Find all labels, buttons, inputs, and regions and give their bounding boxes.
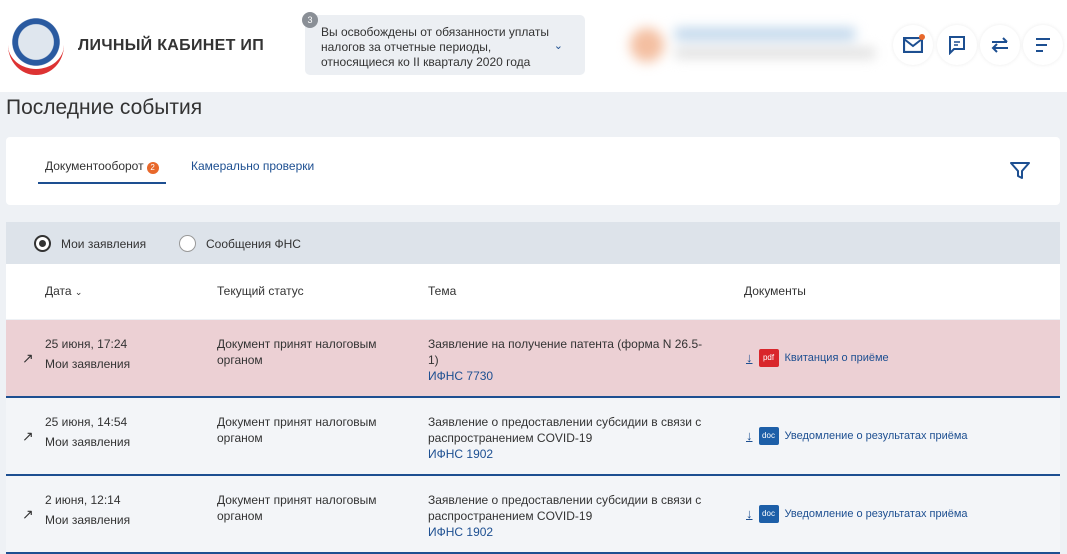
file-type-icon: doc: [758, 427, 779, 445]
radio-unchecked-icon: [179, 235, 196, 252]
tab-documents[interactable]: Документооборот 2: [38, 159, 166, 184]
table-header: Дата ⌄ Текущий статус Тема Документы: [6, 264, 1060, 319]
document-link[interactable]: ↓ pdf Квитанция о приёме: [746, 349, 889, 367]
filter-radios: Мои заявления Сообщения ФНС: [6, 222, 1060, 264]
radio-label: Сообщения ФНС: [206, 236, 301, 251]
row-ifns[interactable]: ИФНС 1902: [428, 524, 708, 540]
header: ЛИЧНЫЙ КАБИНЕТ ИП 3 Вы освобождены от об…: [0, 0, 1067, 92]
topic-text: Заявление о предоставлении субсидии в св…: [428, 415, 702, 445]
radio-checked-icon: [34, 235, 51, 252]
topic-text: Заявление на получение патента (форма N …: [428, 337, 703, 367]
row-source: Мои заявления: [45, 435, 131, 449]
radio-fns-messages[interactable]: Сообщения ФНС: [179, 235, 301, 252]
swap-arrows-icon: [991, 37, 1008, 53]
notice-banner[interactable]: 3 Вы освобождены от обязанности уплаты н…: [302, 12, 585, 75]
row-topic: Заявление на получение патента (форма N …: [428, 336, 708, 384]
page-title: Последние события: [6, 96, 203, 119]
chevron-down-icon: ⌄: [74, 287, 83, 297]
menu-icon: [1036, 38, 1050, 52]
switch-button[interactable]: [980, 25, 1020, 65]
row-source: Мои заявления: [45, 357, 131, 371]
tab-inspections[interactable]: Камерально проверки: [191, 159, 314, 173]
radio-my-applications[interactable]: Мои заявления: [34, 235, 146, 252]
open-arrow-icon[interactable]: ↗: [22, 428, 34, 444]
tab-badge: 2: [146, 162, 159, 174]
table-row[interactable]: ↗ 25 июня, 14:54 Мои заявления Документ …: [6, 398, 1060, 476]
table-row[interactable]: ↗ 25 июня, 17:24 Мои заявления Документ …: [6, 320, 1060, 398]
row-status: Документ принят налоговым органом: [217, 415, 377, 445]
open-arrow-icon[interactable]: ↗: [22, 506, 34, 522]
document-name[interactable]: Уведомление о результатах приёма: [785, 506, 968, 522]
chat-icon: [949, 36, 965, 55]
menu-button[interactable]: [1023, 25, 1063, 65]
download-icon[interactable]: ↓: [746, 350, 753, 366]
column-label: Дата: [45, 284, 72, 298]
tab-label: Документооборот: [45, 159, 144, 173]
column-documents: Документы: [744, 284, 806, 298]
row-status: Документ принят налоговым органом: [217, 337, 377, 367]
row-ifns[interactable]: ИФНС 1902: [428, 446, 708, 462]
row-ifns[interactable]: ИФНС 7730: [428, 368, 708, 384]
table-row[interactable]: ↗ 2 июня, 12:14 Мои заявления Документ п…: [6, 476, 1060, 554]
open-arrow-icon[interactable]: ↗: [22, 350, 34, 366]
download-icon[interactable]: ↓: [746, 506, 753, 522]
file-type-icon: doc: [758, 505, 779, 523]
document-name[interactable]: Уведомление о результатах приёма: [785, 428, 968, 444]
fns-logo[interactable]: [8, 15, 64, 75]
user-profile-blurred[interactable]: [625, 20, 885, 70]
document-name[interactable]: Квитанция о приёме: [785, 350, 889, 366]
brand-title: ЛИЧНЫЙ КАБИНЕТ ИП: [78, 37, 264, 54]
document-link[interactable]: ↓ doc Уведомление о результатах приёма: [746, 427, 968, 445]
notice-text: Вы освобождены от обязанности уплаты нал…: [321, 25, 549, 69]
filter-icon[interactable]: [1010, 161, 1030, 181]
topic-text: Заявление о предоставлении субсидии в св…: [428, 493, 702, 523]
document-link[interactable]: ↓ doc Уведомление о результатах приёма: [746, 505, 968, 523]
notice-count: 3: [302, 12, 318, 28]
radio-label: Мои заявления: [61, 236, 147, 251]
chevron-down-icon[interactable]: ⌄: [554, 39, 563, 54]
row-topic: Заявление о предоставлении субсидии в св…: [428, 414, 708, 462]
column-status: Текущий статус: [217, 284, 304, 298]
row-date: 2 июня, 12:14: [45, 493, 121, 507]
row-topic: Заявление о предоставлении субсидии в св…: [428, 492, 708, 540]
row-date: 25 июня, 17:24: [45, 337, 128, 351]
row-date: 25 июня, 14:54: [45, 415, 128, 429]
download-icon[interactable]: ↓: [746, 428, 753, 444]
row-source: Мои заявления: [45, 513, 131, 527]
row-status: Документ принят налоговым органом: [217, 493, 377, 523]
file-type-icon: pdf: [758, 349, 779, 367]
chat-button[interactable]: [937, 25, 977, 65]
column-date[interactable]: Дата ⌄: [45, 284, 82, 298]
column-topic: Тема: [428, 284, 457, 298]
tabs-card: Документооборот 2 Камерально проверки: [6, 137, 1060, 205]
mail-button[interactable]: [893, 25, 933, 65]
